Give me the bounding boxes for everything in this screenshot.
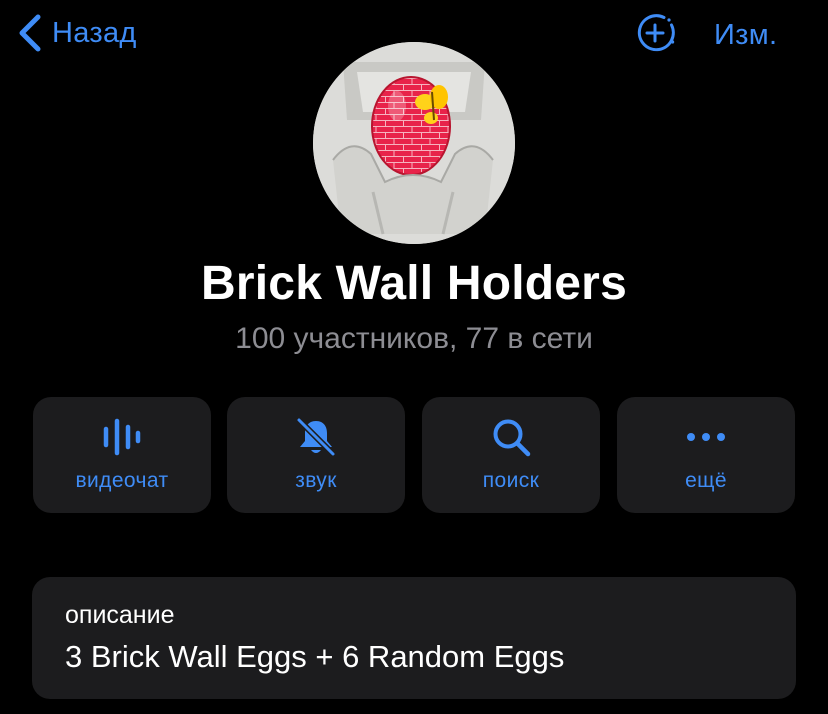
more-button[interactable]: ещё: [617, 397, 795, 513]
mute-label: звук: [295, 469, 337, 492]
bell-muted-icon: [227, 415, 405, 459]
search-icon: [422, 415, 600, 459]
more-label: ещё: [685, 469, 727, 492]
back-button[interactable]: Назад: [14, 12, 137, 54]
group-subtitle: 100 участников, 77 в сети: [235, 322, 593, 355]
back-label: Назад: [52, 16, 137, 49]
description-label: описание: [65, 601, 175, 629]
more-dots-icon: [617, 415, 795, 459]
search-button[interactable]: поиск: [422, 397, 600, 513]
edit-button[interactable]: Изм.: [714, 14, 777, 56]
add-circle-icon: [634, 12, 676, 59]
description-text: 3 Brick Wall Eggs + 6 Random Eggs: [65, 639, 565, 674]
voice-chat-label: видеочат: [75, 469, 169, 492]
voice-chat-button[interactable]: видеочат: [33, 397, 211, 513]
description-card[interactable]: описание 3 Brick Wall Eggs + 6 Random Eg…: [32, 577, 796, 699]
group-title: Brick Wall Holders: [201, 257, 627, 310]
search-label: поиск: [482, 469, 540, 492]
add-member-button[interactable]: [634, 12, 676, 59]
mute-button[interactable]: звук: [227, 397, 405, 513]
voice-chat-icon: [33, 415, 211, 459]
chevron-left-icon: [14, 12, 44, 54]
group-avatar[interactable]: [313, 42, 515, 244]
